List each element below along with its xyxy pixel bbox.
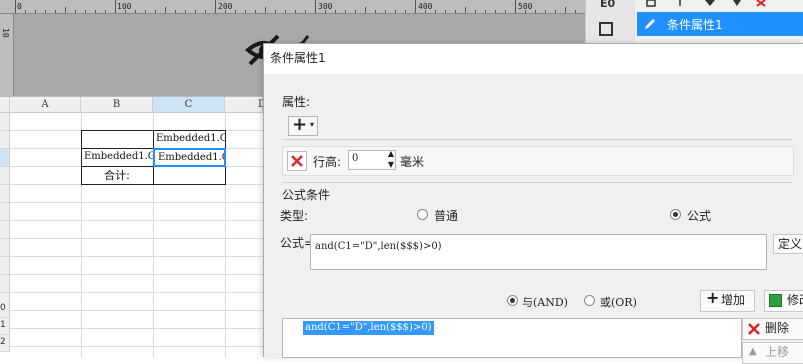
row-header[interactable] — [0, 221, 10, 239]
dialog-title: 条件属性1 — [264, 44, 803, 74]
condition-attribute-dialog: 条件属性1 属性: + ▾ 行高: 0 ▲ ▼ 毫米 公式条件 类型: 普通 公… — [263, 43, 803, 364]
plus-icon: + — [706, 290, 720, 307]
row-header[interactable] — [0, 239, 10, 257]
row-header[interactable] — [0, 257, 10, 275]
delete-button[interactable]: 删除 — [742, 318, 803, 340]
ruler-tick — [565, 7, 566, 13]
radio-or[interactable] — [584, 295, 595, 306]
radio-and[interactable] — [507, 295, 518, 306]
close-icon — [748, 323, 760, 335]
row-header[interactable] — [0, 275, 10, 293]
row-header[interactable] — [0, 131, 10, 149]
ruler-tick — [65, 7, 66, 13]
row-header[interactable] — [0, 149, 10, 167]
move-up-button[interactable]: ▲ 上移 — [742, 342, 803, 364]
spin-up-icon[interactable]: ▲ — [388, 149, 394, 158]
arrow-up-icon: ▲ — [749, 346, 757, 357]
add-button[interactable]: + 增加 — [700, 290, 755, 312]
horizontal-ruler: 0 100 200 300 400 500 — [0, 0, 585, 14]
modify-icon — [769, 294, 782, 307]
spin-down-icon[interactable]: ▼ — [388, 160, 394, 169]
cell-b2[interactable]: Embedded1.G — [84, 148, 153, 166]
condition-property-item[interactable]: 条件属性1 — [637, 12, 803, 36]
row-header[interactable] — [0, 185, 10, 203]
row-height-label: 行高: — [313, 155, 342, 169]
edit-pencil-icon — [645, 19, 655, 29]
ruler-tick — [115, 0, 116, 13]
ruler-label: 0 — [17, 2, 22, 11]
close-icon — [291, 155, 303, 167]
corner-header[interactable] — [0, 97, 10, 113]
row-header[interactable] — [0, 203, 10, 221]
column-header-b[interactable]: B — [81, 97, 153, 113]
row-number[interactable]: 0 — [0, 303, 10, 318]
cell-b3[interactable]: 合计: — [81, 167, 153, 185]
properties-label: 属性: — [282, 95, 311, 109]
unit-label: 毫米 — [400, 155, 425, 169]
ruler-label: 10 — [1, 28, 10, 38]
modify-button-label: 修改 — [787, 293, 803, 307]
row-height-value: 0 — [352, 153, 359, 164]
define-button[interactable]: 定义 — [773, 234, 803, 254]
column-header-a[interactable]: A — [10, 97, 81, 113]
ruler-tick — [165, 7, 166, 13]
ruler-tick — [365, 7, 366, 13]
plus-icon: + — [292, 114, 308, 135]
condition-list[interactable]: and(C1="D",len($$$)>0) — [282, 318, 742, 358]
formula-condition-label: 公式条件 — [282, 188, 331, 202]
ruler-tick — [15, 0, 16, 13]
chevron-down-icon: ▾ — [310, 120, 315, 129]
add-property-dropdown[interactable]: + ▾ — [288, 114, 318, 136]
radio-formula-label[interactable]: 公式 — [687, 207, 711, 224]
row-header[interactable] — [0, 113, 10, 131]
cell-c1[interactable]: Embedded1.G — [156, 130, 226, 148]
delete-property-button[interactable] — [287, 151, 307, 171]
ruler-tick — [465, 7, 466, 13]
formula-label: 公式= — [280, 236, 315, 250]
add-button-label: 增加 — [721, 293, 746, 307]
delete-button-label: 删除 — [765, 321, 790, 335]
radio-normal[interactable] — [417, 209, 428, 220]
ruler-tick — [315, 0, 316, 13]
cell-c2-selected[interactable]: Embedded1.G — [153, 148, 226, 167]
row-number[interactable]: 2 — [0, 337, 10, 352]
divider — [282, 182, 792, 183]
type-label: 类型: — [280, 209, 309, 223]
ruler-tick — [515, 0, 516, 13]
radio-or-label[interactable]: 或(OR) — [600, 294, 637, 310]
rectangle-icon[interactable] — [599, 22, 613, 36]
radio-formula[interactable] — [670, 209, 681, 220]
spreadsheet-grid[interactable]: A B C D Embedded1.G Embedded1.G Embedded… — [0, 96, 266, 358]
row-number[interactable]: 1 — [0, 320, 10, 335]
row-height-input[interactable]: 0 ▲ ▼ — [348, 149, 396, 170]
column-header-c[interactable]: C — [153, 97, 225, 113]
ruler-tick — [215, 0, 216, 13]
condition-list-item[interactable]: and(C1="D",len($$$)>0) — [303, 321, 434, 335]
column-header-d[interactable]: D — [225, 97, 266, 113]
condition-item-label: 条件属性1 — [667, 18, 723, 32]
modify-button[interactable]: 修改 — [764, 290, 803, 312]
row-header[interactable] — [0, 167, 10, 185]
formula-value: and(C1="D",len($$$)>0) — [315, 241, 442, 252]
formula-input[interactable]: and(C1="D",len($$$)>0) — [310, 234, 767, 270]
radio-and-label[interactable]: 与(AND) — [522, 294, 568, 310]
radio-normal-label[interactable]: 普通 — [434, 207, 458, 224]
ruler-tick — [265, 7, 266, 13]
divider — [282, 139, 792, 140]
panel-toolbar-icons[interactable] — [645, 0, 795, 10]
vertical-ruler: 10 — [0, 14, 14, 96]
ruler-tick — [415, 0, 416, 13]
eo-icon[interactable]: E0 — [600, 0, 615, 10]
